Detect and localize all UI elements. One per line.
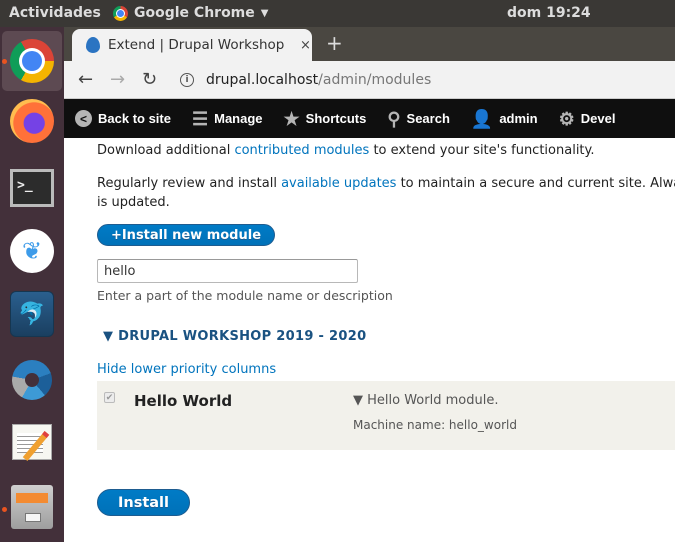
text-editor-icon bbox=[12, 424, 52, 460]
table-row: ✔ Hello World ▼ Hello World module. Mach… bbox=[97, 381, 675, 450]
install-new-module-button[interactable]: +Install new module bbox=[97, 224, 275, 246]
reload-icon[interactable]: ↻ bbox=[142, 69, 157, 90]
user-icon: 👤 bbox=[470, 108, 494, 129]
forward-arrow-icon[interactable]: → bbox=[110, 69, 125, 90]
dock: >_ ❦ 🐬 bbox=[0, 27, 64, 542]
contributed-modules-link[interactable]: contributed modules bbox=[234, 143, 369, 158]
activities-button[interactable]: Actividades bbox=[9, 5, 101, 21]
dock-terminal[interactable]: >_ bbox=[2, 158, 62, 218]
shutter-icon bbox=[12, 360, 52, 400]
app-name: Google Chrome bbox=[134, 5, 255, 21]
running-indicator bbox=[2, 59, 7, 64]
browser-toolbar: ← → ↻ i drupal.localhost/admin/modules bbox=[64, 61, 675, 99]
running-indicator bbox=[2, 507, 7, 512]
dock-firefox[interactable] bbox=[2, 91, 62, 151]
toolbar-user[interactable]: 👤 admin bbox=[471, 110, 538, 128]
intro-contributed: Download additional contributed modules … bbox=[97, 143, 595, 158]
module-filter-input[interactable] bbox=[97, 259, 358, 283]
toolbar-manage[interactable]: ☰ Manage bbox=[192, 110, 263, 128]
new-tab-button[interactable]: + bbox=[326, 31, 343, 55]
menu-icon: ☰ bbox=[191, 108, 209, 129]
site-info-icon[interactable]: i bbox=[180, 73, 194, 87]
drupal-admin-toolbar: < Back to site ☰ Manage ★ Shortcuts ⚲ Se… bbox=[64, 99, 675, 138]
page-content: Download additional contributed modules … bbox=[64, 138, 675, 542]
module-machine-name: Machine name: hello_world bbox=[353, 418, 517, 432]
vscode-icon: ❦ bbox=[10, 229, 54, 273]
back-arrow-icon[interactable]: ← bbox=[78, 69, 93, 90]
chrome-icon bbox=[113, 5, 128, 21]
toolbar-back-to-site[interactable]: < Back to site bbox=[75, 110, 171, 127]
package-toggle[interactable]: ▼ DRUPAL WORKSHOP 2019 - 2020 bbox=[103, 329, 366, 344]
install-button[interactable]: Install bbox=[97, 489, 190, 516]
firefox-icon bbox=[10, 99, 54, 143]
module-checkbox[interactable]: ✔ bbox=[104, 392, 115, 403]
drupal-favicon-icon bbox=[86, 37, 100, 53]
toolbar-label: admin bbox=[499, 111, 538, 126]
module-name: Hello World bbox=[134, 392, 233, 410]
files-icon bbox=[11, 485, 53, 529]
mysql-workbench-icon: 🐬 bbox=[10, 291, 54, 337]
intro-updates: Regularly review and install available u… bbox=[97, 176, 675, 210]
toolbar-label: Search bbox=[406, 111, 450, 126]
dock-files[interactable] bbox=[2, 477, 62, 537]
toolbar-label: Shortcuts bbox=[305, 111, 367, 126]
dock-shutter[interactable] bbox=[2, 350, 62, 410]
terminal-icon: >_ bbox=[10, 169, 54, 207]
toolbar-shortcuts[interactable]: ★ Shortcuts bbox=[284, 110, 367, 128]
tab-extend[interactable]: Extend | Drupal Workshop × bbox=[72, 29, 312, 61]
star-icon: ★ bbox=[283, 108, 300, 129]
toolbar-label: Back to site bbox=[98, 111, 171, 126]
dock-vscode[interactable]: ❦ bbox=[2, 221, 62, 281]
search-icon: ⚲ bbox=[387, 108, 401, 129]
available-updates-link[interactable]: available updates bbox=[281, 176, 396, 191]
gear-icon: ⚙ bbox=[558, 108, 575, 129]
address-bar[interactable]: i drupal.localhost/admin/modules bbox=[172, 65, 675, 95]
clock[interactable]: dom 19:24 bbox=[507, 5, 591, 21]
dock-text-editor[interactable] bbox=[2, 412, 62, 472]
back-icon: < bbox=[75, 110, 92, 127]
hide-lower-priority-columns-link[interactable]: Hide lower priority columns bbox=[97, 362, 276, 377]
tab-strip: Extend | Drupal Workshop × + bbox=[64, 27, 675, 61]
dock-chrome[interactable] bbox=[2, 31, 62, 91]
dock-mysql-workbench[interactable]: 🐬 bbox=[2, 284, 62, 344]
tab-title: Extend | Drupal Workshop bbox=[108, 37, 285, 53]
toolbar-search[interactable]: ⚲ Search bbox=[387, 110, 450, 128]
url-path: /admin/modules bbox=[318, 72, 432, 88]
chevron-down-icon: ▼ bbox=[260, 7, 269, 19]
toolbar-devel[interactable]: ⚙ Devel bbox=[559, 110, 616, 128]
app-menu[interactable]: Google Chrome ▼ bbox=[113, 5, 268, 21]
filter-description: Enter a part of the module name or descr… bbox=[97, 288, 393, 303]
toolbar-label: Manage bbox=[214, 111, 263, 126]
toolbar-label: Devel bbox=[580, 111, 616, 126]
chrome-icon bbox=[10, 39, 54, 83]
system-top-bar: Actividades Google Chrome ▼ dom 19:24 bbox=[0, 0, 675, 27]
browser-frame: Extend | Drupal Workshop × + ← → ↻ i dru… bbox=[64, 27, 675, 99]
module-description-toggle[interactable]: ▼ Hello World module. bbox=[353, 393, 498, 408]
close-icon[interactable]: × bbox=[300, 38, 311, 53]
url-host: drupal.localhost bbox=[206, 72, 319, 88]
